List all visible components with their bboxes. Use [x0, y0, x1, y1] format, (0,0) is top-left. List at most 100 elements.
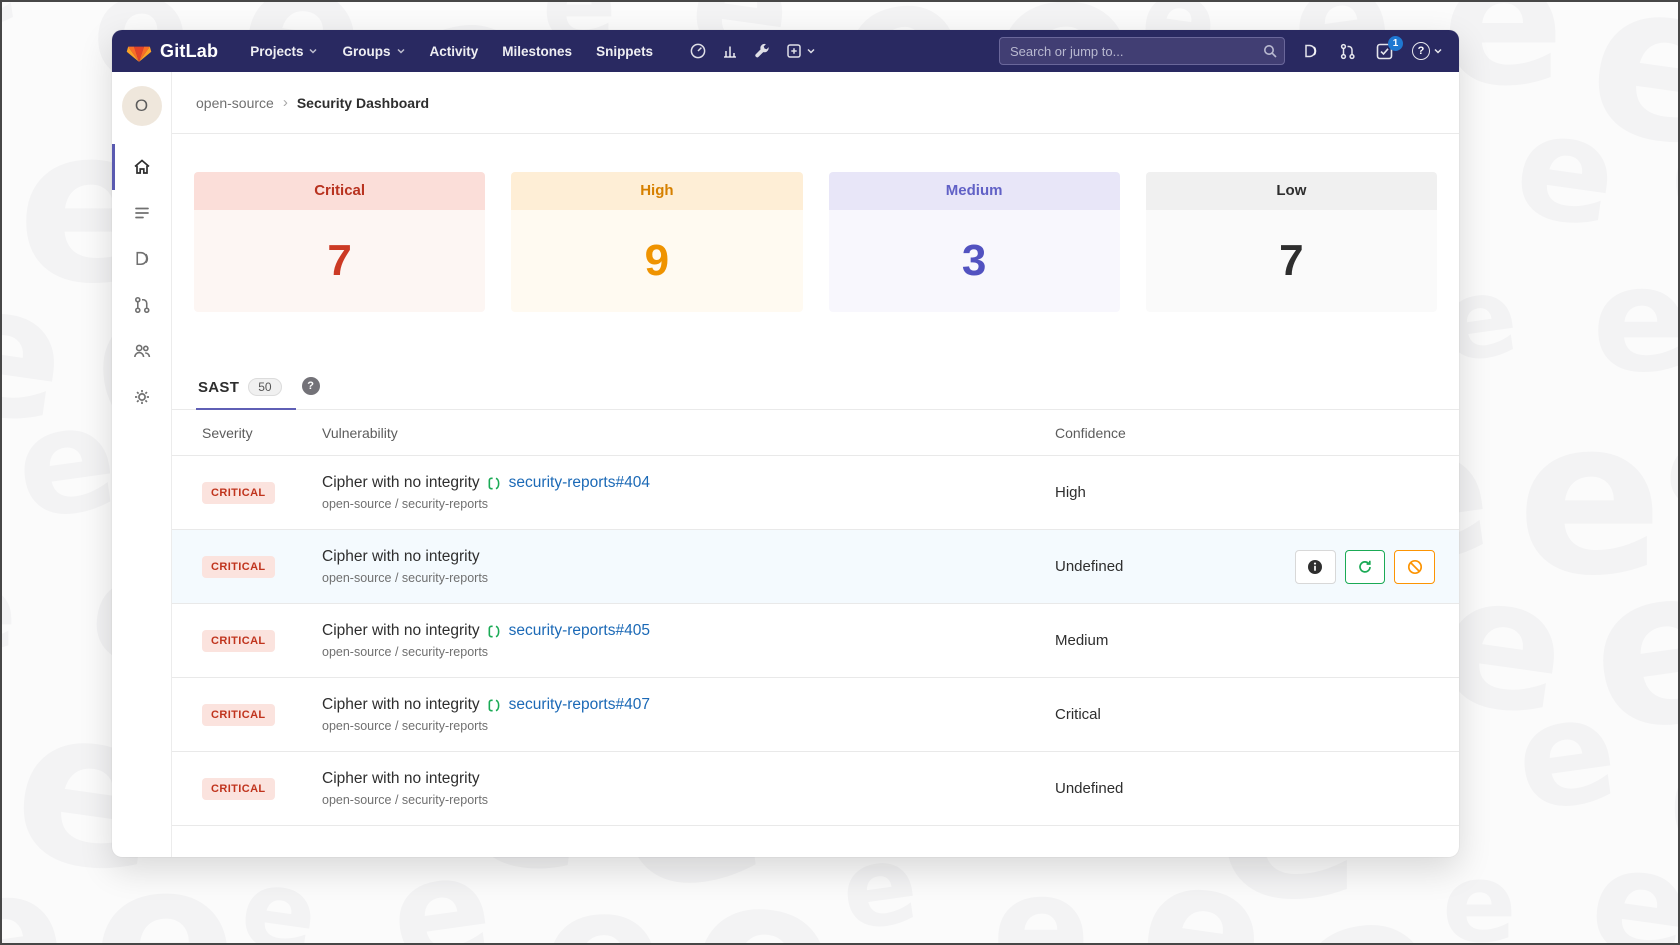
vulnerability-project: open-source / security-reports — [322, 497, 1055, 511]
sast-help-icon[interactable]: ? — [302, 377, 320, 395]
todos-icon[interactable]: 1 — [1375, 42, 1394, 61]
vulnerability-project: open-source / security-reports — [322, 719, 1055, 733]
top-navbar: GitLab Projects Groups Activity Mileston… — [112, 30, 1459, 72]
severity-badge: CRITICAL — [202, 482, 275, 504]
vulnerabilities-table: Severity Vulnerability Confidence CRITIC… — [172, 410, 1459, 857]
severity-cell: CRITICAL — [202, 556, 322, 578]
vulnerability-project: open-source / security-reports — [322, 645, 1055, 659]
new-item-plus-icon[interactable] — [785, 42, 816, 60]
summary-card-low: Low 7 — [1146, 172, 1437, 312]
severity-cell: CRITICAL — [202, 704, 322, 726]
dashboard-gauge-icon[interactable] — [689, 42, 707, 60]
confidence-cell: Undefined — [1055, 780, 1295, 797]
vulnerability-title: Cipher with no integrity — [322, 622, 480, 640]
vulnerability-report-link[interactable]: security-reports#407 — [509, 696, 650, 714]
dismiss-vulnerability-button[interactable] — [1394, 550, 1435, 584]
summary-card-medium: Medium 3 — [829, 172, 1120, 312]
table-row: CRITICAL Cipher with no integrity — [172, 456, 1459, 530]
chevron-down-icon — [308, 46, 318, 56]
summary-card-critical: Critical 7 — [194, 172, 485, 312]
admin-wrench-icon[interactable] — [753, 42, 771, 60]
table-row: CRITICAL Cipher with no integrity — [172, 604, 1459, 678]
nav-activity[interactable]: Activity — [420, 38, 489, 65]
vulnerability-cell: Cipher with no integrity security-report… — [322, 622, 1055, 659]
help-icon[interactable]: ? — [1412, 42, 1443, 60]
nav-groups[interactable]: Groups — [332, 38, 415, 65]
chevron-down-icon — [396, 46, 406, 56]
vulnerability-info-button[interactable] — [1295, 550, 1336, 584]
nav-groups-label: Groups — [342, 44, 390, 59]
breadcrumb: open-source › Security Dashboard — [172, 72, 1459, 134]
sidebar-item-merge-requests[interactable] — [112, 282, 172, 328]
issues-icon[interactable] — [1301, 42, 1320, 61]
vulnerability-report-link[interactable]: security-reports#405 — [509, 622, 650, 640]
vulnerability-title: Cipher with no integrity — [322, 770, 480, 788]
card-count: 7 — [1146, 210, 1437, 312]
table-row-selected: CRITICAL Cipher with no integrity open-s… — [172, 530, 1459, 604]
nav-projects-label: Projects — [250, 44, 303, 59]
sidebar-item-issues[interactable] — [112, 236, 172, 282]
table-header-row: Severity Vulnerability Confidence — [172, 410, 1459, 456]
header-confidence: Confidence — [1055, 425, 1295, 441]
card-label: Critical — [194, 172, 485, 210]
members-icon — [132, 341, 152, 361]
vulnerability-cell: Cipher with no integrity security-report… — [322, 474, 1055, 511]
confidence-cell: Medium — [1055, 632, 1295, 649]
home-icon — [132, 157, 152, 177]
breadcrumb-separator: › — [283, 94, 288, 111]
question-mark-icon: ? — [1412, 42, 1430, 60]
sidebar-item-overview[interactable] — [112, 144, 172, 190]
vulnerability-title: Cipher with no integrity — [322, 548, 480, 566]
sidebar-item-list[interactable] — [112, 190, 172, 236]
tab-sast-count-badge: 50 — [248, 378, 281, 396]
gitlab-window: GitLab Projects Groups Activity Mileston… — [112, 30, 1459, 857]
vulnerability-project: open-source / security-reports — [322, 793, 1055, 807]
gitlab-logo-icon — [126, 38, 152, 64]
severity-badge: CRITICAL — [202, 778, 275, 800]
confidence-cell: High — [1055, 484, 1295, 501]
confidence-cell: Undefined — [1055, 558, 1295, 575]
merge-requests-icon — [132, 295, 152, 315]
issues-icon — [132, 249, 152, 269]
card-label: High — [511, 172, 802, 210]
search-icon — [1263, 44, 1277, 58]
feedback-issue-icon — [487, 476, 502, 491]
brand-name: GitLab — [160, 41, 218, 62]
page-title: Security Dashboard — [297, 95, 429, 111]
severity-badge: CRITICAL — [202, 704, 275, 726]
severity-cell: CRITICAL — [202, 778, 322, 800]
screenshot-stage: eeeeeeeeeeeeeeeeeeeeeeeeeeeeeeeeeeeeeeee… — [0, 0, 1680, 945]
nav-snippets-label: Snippets — [596, 44, 653, 59]
sidebar-item-settings[interactable] — [112, 374, 172, 420]
sidebar-item-members[interactable] — [112, 328, 172, 374]
vulnerability-report-link[interactable]: security-reports#404 — [509, 474, 650, 492]
tab-sast[interactable]: SAST 50 — [196, 378, 296, 410]
search-input[interactable] — [999, 37, 1285, 65]
nav-links: Projects Groups Activity Milestones Snip… — [240, 38, 663, 65]
navbar-right-icons: 1 ? — [1301, 42, 1443, 61]
header-severity: Severity — [202, 425, 322, 441]
nav-activity-label: Activity — [430, 44, 479, 59]
table-row: CRITICAL Cipher with no integrity open-s… — [172, 752, 1459, 826]
vulnerability-project: open-source / security-reports — [322, 571, 1055, 585]
confidence-cell: Critical — [1055, 706, 1295, 723]
feedback-issue-icon — [487, 698, 502, 713]
card-label: Low — [1146, 172, 1437, 210]
card-label: Medium — [829, 172, 1120, 210]
create-issue-button[interactable] — [1345, 550, 1386, 584]
merge-requests-icon[interactable] — [1338, 42, 1357, 61]
nav-milestones-label: Milestones — [502, 44, 572, 59]
nav-snippets[interactable]: Snippets — [586, 38, 663, 65]
severity-summary-cards: Critical 7 High 9 Medium 3 Low 7 — [172, 134, 1459, 312]
gear-icon — [132, 387, 152, 407]
table-row: CRITICAL Cipher with no integrity — [172, 678, 1459, 752]
nav-projects[interactable]: Projects — [240, 38, 328, 65]
gitlab-brand[interactable]: GitLab — [126, 38, 218, 64]
todo-count-badge: 1 — [1388, 36, 1403, 51]
breadcrumb-group-link[interactable]: open-source — [196, 95, 274, 111]
feedback-issue-icon — [487, 624, 502, 639]
group-avatar[interactable]: O — [122, 86, 162, 126]
nav-milestones[interactable]: Milestones — [492, 38, 582, 65]
vulnerability-title: Cipher with no integrity — [322, 474, 480, 492]
chart-icon[interactable] — [721, 42, 739, 60]
